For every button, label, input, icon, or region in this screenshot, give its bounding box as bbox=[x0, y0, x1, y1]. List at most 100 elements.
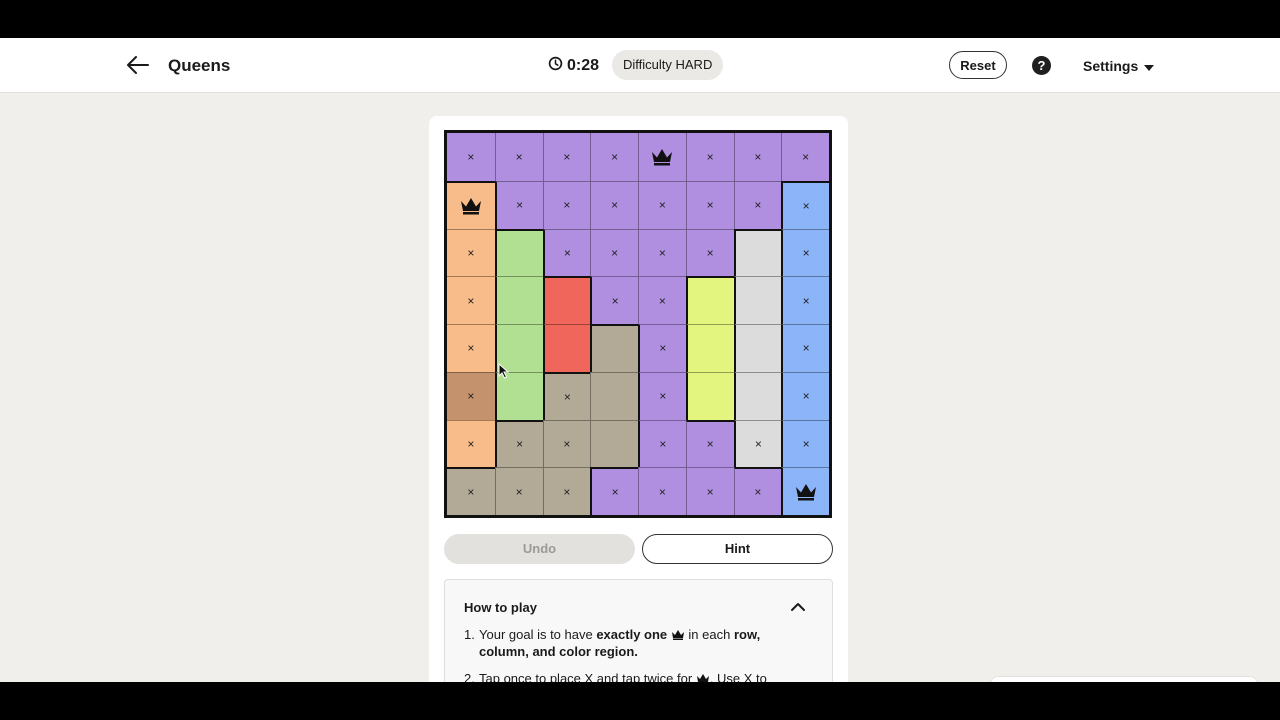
board-cell[interactable] bbox=[685, 324, 734, 372]
back-arrow-icon[interactable] bbox=[124, 53, 152, 77]
board-cell[interactable]: × bbox=[781, 133, 829, 181]
board-cell[interactable]: × bbox=[685, 133, 734, 181]
board-cell[interactable] bbox=[494, 276, 543, 324]
x-mark: × bbox=[563, 484, 571, 499]
timer-value: 0:28 bbox=[567, 57, 600, 74]
board-cell[interactable] bbox=[685, 371, 734, 420]
x-mark: × bbox=[516, 198, 524, 213]
x-mark: × bbox=[611, 485, 619, 500]
board-cell[interactable]: × bbox=[733, 467, 782, 515]
board-cell[interactable]: × bbox=[542, 228, 591, 277]
board-cell[interactable]: × bbox=[542, 133, 591, 181]
rule-2: 2. Tap once to place X and tap twice for… bbox=[464, 670, 794, 682]
rule-1-bold: exactly one bbox=[596, 627, 668, 642]
board-cell[interactable]: × bbox=[590, 467, 638, 515]
board-cell[interactable] bbox=[542, 276, 591, 324]
board-cell[interactable] bbox=[685, 276, 734, 324]
board-cell[interactable] bbox=[494, 228, 543, 277]
board-cell[interactable]: × bbox=[638, 419, 686, 468]
board-cell[interactable]: × bbox=[447, 276, 495, 324]
board-cell[interactable]: × bbox=[685, 228, 734, 277]
board-cell[interactable]: × bbox=[494, 467, 543, 515]
board-cell[interactable]: × bbox=[781, 324, 829, 372]
chevron-up-icon[interactable] bbox=[790, 600, 806, 612]
clock-icon bbox=[548, 56, 563, 76]
board-cell[interactable]: × bbox=[781, 180, 829, 229]
board-cell[interactable]: × bbox=[590, 228, 638, 277]
board-cell[interactable]: × bbox=[447, 228, 495, 277]
undo-button[interactable]: Undo bbox=[444, 534, 635, 564]
board-cell[interactable]: × bbox=[781, 419, 829, 468]
board-cell[interactable] bbox=[590, 324, 638, 372]
difficulty-badge: Difficulty HARD bbox=[612, 50, 724, 80]
board-cell[interactable]: × bbox=[733, 419, 782, 468]
board-cell[interactable]: × bbox=[685, 467, 734, 515]
crown-icon bbox=[671, 627, 685, 642]
board-cell[interactable]: × bbox=[638, 228, 686, 277]
board-cell[interactable] bbox=[590, 419, 638, 468]
board-cell[interactable]: × bbox=[542, 371, 591, 420]
board-cell[interactable]: × bbox=[494, 133, 543, 181]
board-cell[interactable]: × bbox=[590, 276, 638, 324]
board-cell[interactable] bbox=[638, 133, 686, 181]
board-cell[interactable] bbox=[542, 324, 591, 372]
board-cell[interactable]: × bbox=[781, 276, 829, 324]
board-cell[interactable]: × bbox=[447, 467, 495, 515]
board-cell[interactable]: × bbox=[542, 467, 591, 515]
x-mark: × bbox=[802, 149, 810, 164]
board-cell[interactable]: × bbox=[638, 276, 686, 324]
board-cell[interactable] bbox=[733, 324, 782, 372]
board-cell[interactable]: × bbox=[638, 467, 686, 515]
board-cell[interactable]: × bbox=[542, 180, 591, 229]
hint-button[interactable]: Hint bbox=[642, 534, 833, 564]
x-mark: × bbox=[754, 149, 762, 164]
board-cell[interactable]: × bbox=[447, 419, 495, 468]
board-cell[interactable]: × bbox=[781, 228, 829, 277]
board-cell[interactable] bbox=[733, 371, 782, 420]
board-cell[interactable]: × bbox=[542, 419, 591, 468]
rule-1-mid: in each bbox=[684, 627, 734, 642]
board-cell[interactable]: × bbox=[638, 180, 686, 229]
rule-2-suffix: . Use X to bbox=[709, 671, 767, 682]
top-bar: Queens 0:28 Difficulty HARD Reset ? Sett… bbox=[0, 38, 1280, 93]
game-title: Queens bbox=[168, 56, 231, 75]
board-cell[interactable]: × bbox=[494, 180, 543, 229]
x-mark: × bbox=[563, 149, 571, 164]
board-cell[interactable]: × bbox=[638, 371, 686, 420]
board-cell[interactable]: × bbox=[590, 180, 638, 229]
x-mark: × bbox=[802, 245, 810, 260]
reset-button[interactable]: Reset bbox=[949, 51, 1007, 79]
board-cell[interactable] bbox=[781, 467, 829, 515]
rule-2-text: Tap once to place X and tap twice for bbox=[479, 671, 693, 682]
board-cell[interactable]: × bbox=[447, 324, 495, 372]
app-viewport: Queens 0:28 Difficulty HARD Reset ? Sett… bbox=[0, 38, 1280, 682]
board-cell[interactable]: × bbox=[733, 180, 782, 229]
board-cell[interactable] bbox=[733, 228, 782, 277]
how-to-play-panel: How to play 1. Your goal is to have exac… bbox=[444, 579, 833, 682]
queen-crown-icon bbox=[795, 483, 817, 501]
settings-menu[interactable]: Settings bbox=[1083, 58, 1155, 74]
caret-down-icon bbox=[1144, 58, 1155, 74]
board-cell[interactable]: × bbox=[447, 371, 495, 420]
board-cell[interactable]: × bbox=[494, 419, 543, 468]
board-cell[interactable] bbox=[590, 371, 638, 420]
board-cell[interactable]: × bbox=[638, 324, 686, 372]
help-icon[interactable]: ? bbox=[1032, 56, 1051, 75]
board-cell[interactable] bbox=[447, 180, 495, 229]
x-mark: × bbox=[467, 149, 475, 164]
board-cell[interactable]: × bbox=[590, 133, 638, 181]
board-cell[interactable] bbox=[733, 276, 782, 324]
x-mark: × bbox=[563, 198, 571, 213]
board-cell[interactable]: × bbox=[733, 133, 782, 181]
x-mark: × bbox=[658, 484, 666, 499]
board-cell[interactable]: × bbox=[685, 419, 734, 468]
x-mark: × bbox=[515, 484, 523, 499]
board-cell[interactable]: × bbox=[447, 133, 495, 181]
board-cell[interactable]: × bbox=[685, 180, 734, 229]
queen-crown-icon bbox=[460, 197, 482, 215]
x-mark: × bbox=[467, 245, 475, 260]
x-mark: × bbox=[467, 341, 475, 356]
x-mark: × bbox=[754, 436, 762, 451]
board-cell[interactable]: × bbox=[781, 371, 829, 420]
x-mark: × bbox=[706, 149, 714, 164]
